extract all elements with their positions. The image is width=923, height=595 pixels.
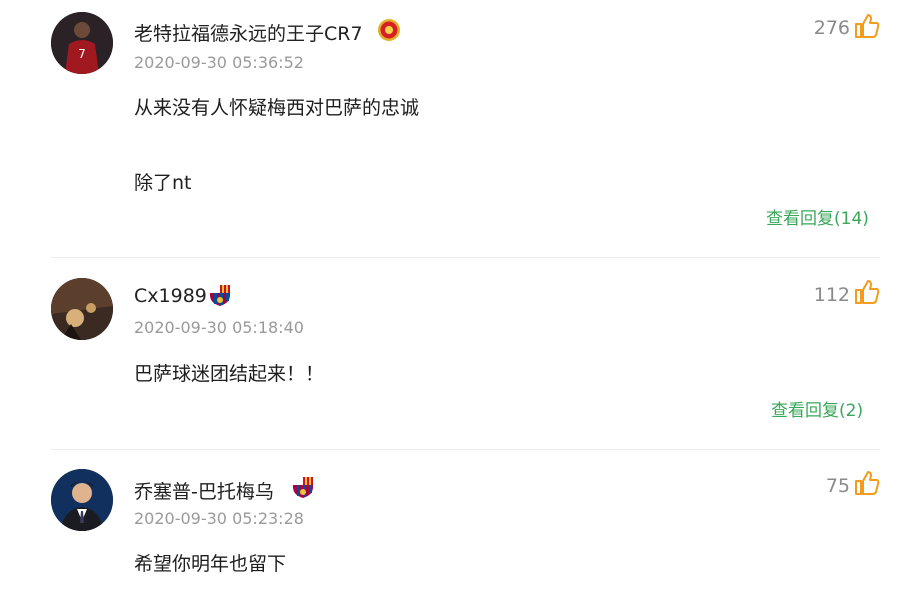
like-count: 75 [825, 475, 850, 497]
comment-item: 乔塞普-巴托梅乌 2020-09-30 05:23:28 75 希望你明年也留下 [0, 0, 923, 595]
thumbs-up-icon[interactable] [853, 469, 881, 497]
username[interactable]: 乔塞普-巴托梅乌 [134, 477, 274, 504]
fc-barcelona-badge-icon [291, 475, 315, 499]
avatar[interactable] [51, 469, 113, 531]
avatar-image [51, 469, 113, 531]
comment-time: 2020-09-30 05:23:28 [134, 509, 304, 528]
comment-text: 希望你明年也留下 [134, 553, 287, 575]
